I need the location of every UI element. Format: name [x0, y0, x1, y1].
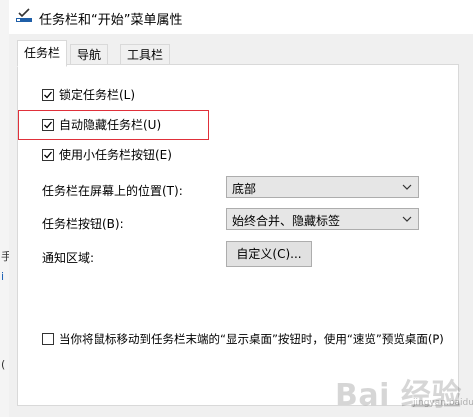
- checkmark-icon: [44, 91, 53, 99]
- background-text-fragment: (: [1, 358, 6, 371]
- taskbar-buttons-value: 始终合并、隐藏标签: [232, 214, 341, 228]
- taskbar-properties-dialog: 任务栏和“开始”菜单属性 任务栏 导航 工具栏 锁定任务栏(L) 自动隐藏任务栏…: [9, 0, 473, 417]
- lock-taskbar-checkbox[interactable]: [42, 89, 54, 101]
- tab-taskbar[interactable]: 任务栏: [17, 40, 68, 67]
- checkmark-icon: [44, 121, 53, 129]
- tab-panel-taskbar: 锁定任务栏(L) 自动隐藏任务栏(U) 使用小任务栏按钮(E) 任务栏在屏幕上的…: [17, 64, 459, 406]
- notification-area-label: 通知区域:: [42, 251, 95, 265]
- background-text-fragment: i: [1, 270, 5, 283]
- taskbar-buttons-label: 任务栏按钮(B):: [42, 217, 124, 231]
- auto-hide-checkbox[interactable]: [42, 119, 54, 131]
- taskbar-position-select[interactable]: 底部: [226, 176, 419, 198]
- taskbar-buttons-select[interactable]: 始终合并、隐藏标签: [226, 208, 419, 230]
- auto-hide-label: 自动隐藏任务栏(U): [59, 118, 162, 132]
- peek-checkbox[interactable]: [42, 333, 54, 345]
- taskbar-position-value: 底部: [232, 182, 257, 196]
- taskbar-position-label: 任务栏在屏幕上的位置(T):: [42, 184, 183, 198]
- tab-navigation[interactable]: 导航: [70, 44, 109, 65]
- small-buttons-label: 使用小任务栏按钮(E): [59, 148, 172, 162]
- peek-label: 当你将鼠标移动到任务栏末端的“显示桌面”按钮时，使用“速览”预览桌面(P): [59, 332, 444, 346]
- checkmark-icon: [44, 151, 53, 159]
- window-title: 任务栏和“开始”菜单属性: [39, 13, 183, 28]
- small-buttons-checkbox[interactable]: [42, 149, 54, 161]
- tab-toolbars[interactable]: 工具栏: [120, 44, 171, 65]
- taskbar-properties-icon: [15, 7, 33, 25]
- title-bar[interactable]: 任务栏和“开始”菜单属性: [9, 0, 473, 34]
- lock-taskbar-label: 锁定任务栏(L): [59, 88, 136, 102]
- chevron-down-icon: [402, 184, 412, 190]
- customize-button[interactable]: 自定义(C)...: [226, 241, 312, 267]
- chevron-down-icon: [402, 216, 412, 222]
